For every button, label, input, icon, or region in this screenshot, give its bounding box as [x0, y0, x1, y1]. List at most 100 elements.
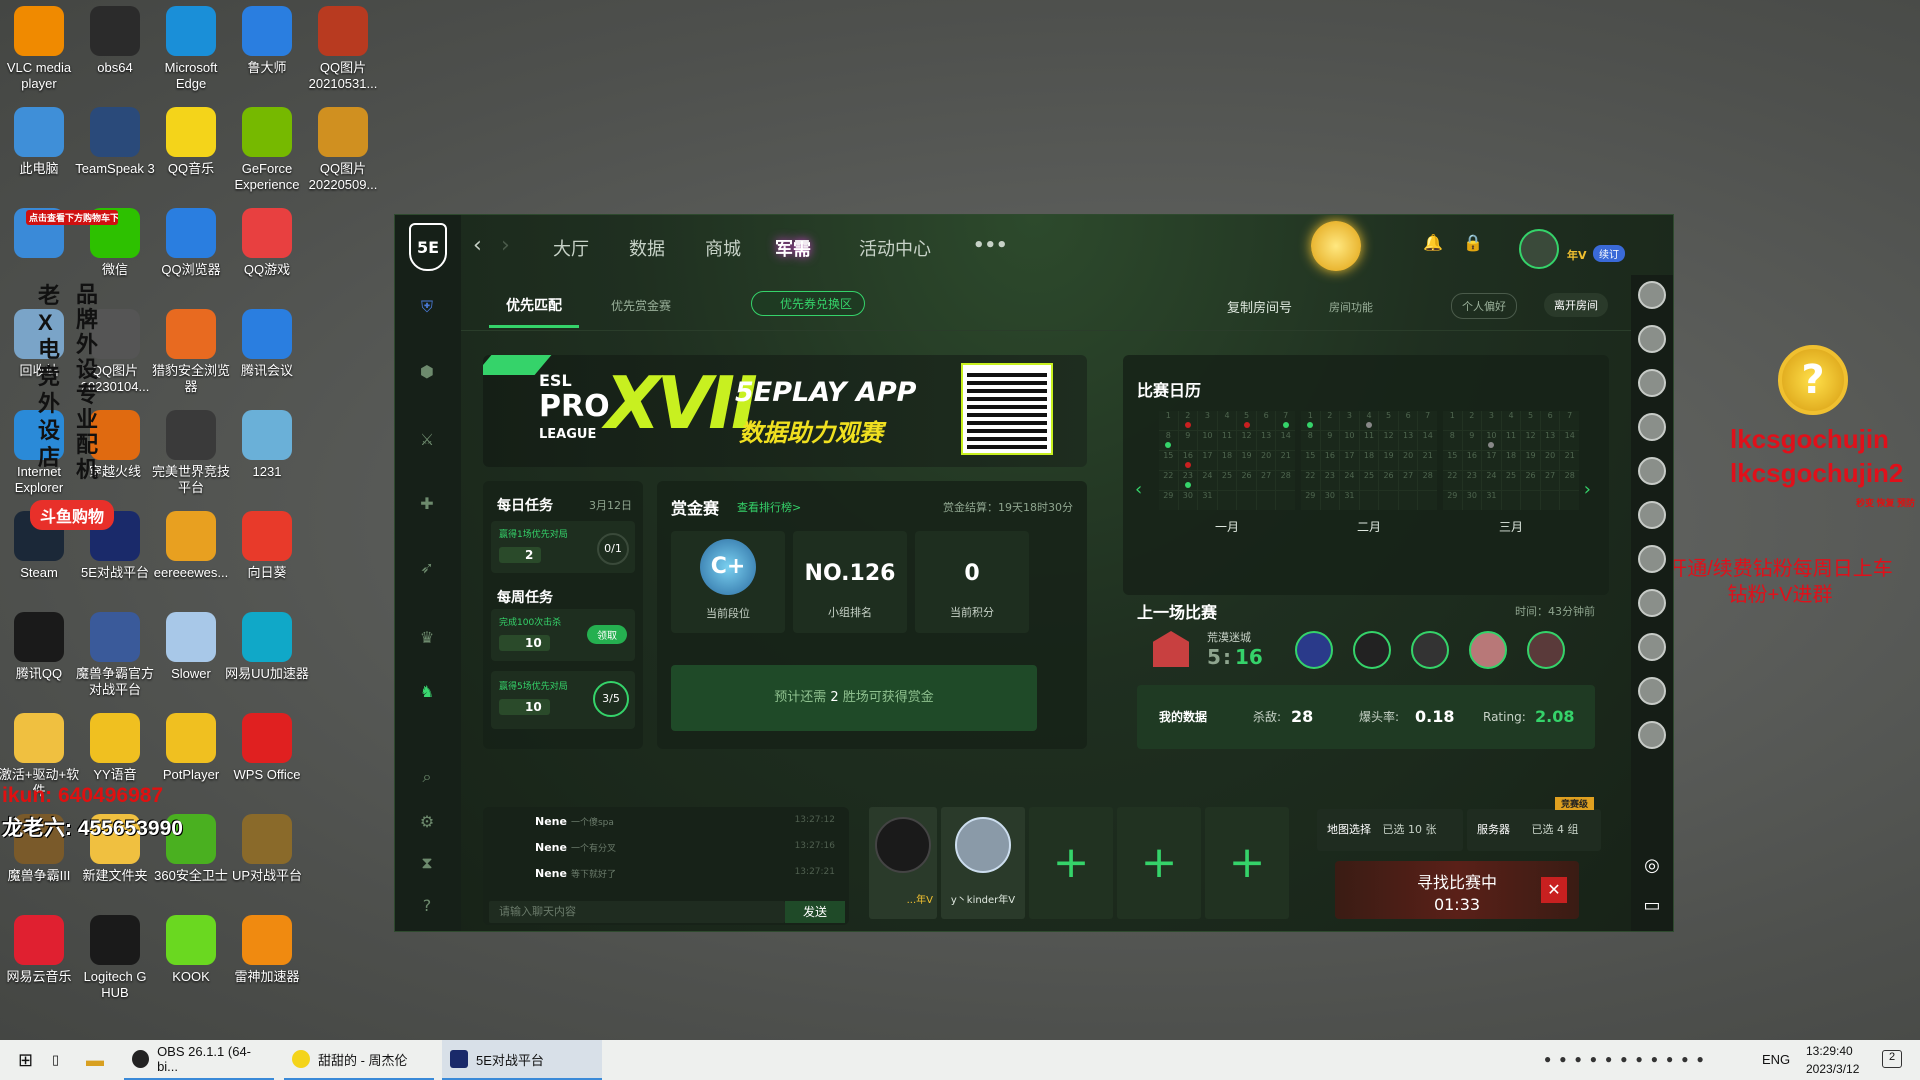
calendar-day[interactable]: 25: [1501, 471, 1521, 490]
calendar-day[interactable]: 30: [1320, 491, 1340, 510]
server-select[interactable]: 服务器 已选 4 组: [1467, 809, 1601, 851]
calendar-day[interactable]: 8: [1443, 431, 1462, 450]
hourglass-icon[interactable]: ⧗: [415, 851, 439, 875]
friend-avatar[interactable]: [1638, 633, 1666, 661]
swords-icon[interactable]: ⚔: [415, 427, 439, 451]
calendar-day[interactable]: [1256, 491, 1276, 510]
calendar-day[interactable]: 4: [1501, 411, 1521, 430]
friend-avatar[interactable]: [1638, 501, 1666, 529]
friend-avatar[interactable]: [1638, 721, 1666, 749]
chat-icon[interactable]: ▭: [1638, 895, 1666, 923]
calendar-day[interactable]: 14: [1560, 431, 1579, 450]
calendar-day[interactable]: 5: [1237, 411, 1256, 430]
calendar-day[interactable]: 14: [1276, 431, 1295, 450]
clock-date[interactable]: 2023/3/12: [1806, 1062, 1859, 1076]
desktop-icon[interactable]: 魔兽争霸官方对战平台: [72, 608, 158, 708]
lang-indicator[interactable]: ENG: [1762, 1052, 1790, 1067]
calendar-day[interactable]: 9: [1320, 431, 1340, 450]
calendar-day[interactable]: 4: [1217, 411, 1237, 430]
calendar-day[interactable]: 21: [1276, 451, 1295, 470]
teammate-avatar[interactable]: [1353, 631, 1391, 669]
clock-time[interactable]: 13:29:40: [1806, 1044, 1853, 1058]
calendar-day[interactable]: 23: [1320, 471, 1340, 490]
desktop-icon[interactable]: 完美世界竞技平台: [148, 406, 234, 506]
calendar-day[interactable]: 5: [1521, 411, 1540, 430]
tab-priority-bounty[interactable]: 优先赏金赛: [611, 297, 671, 314]
calendar-day[interactable]: 12: [1521, 431, 1540, 450]
rocket-icon[interactable]: ➶: [415, 555, 439, 579]
calendar-day[interactable]: 24: [1482, 471, 1501, 490]
calendar-day[interactable]: 20: [1540, 451, 1560, 470]
nav-junxu[interactable]: 军需: [775, 235, 811, 261]
calendar-day[interactable]: 7: [1276, 411, 1295, 430]
desktop-icon[interactable]: 此电脑: [0, 103, 82, 203]
calendar-day[interactable]: 28: [1276, 471, 1295, 490]
add-player-button[interactable]: +: [1117, 807, 1201, 919]
calendar-day[interactable]: [1398, 491, 1418, 510]
friend-avatar[interactable]: [1638, 281, 1666, 309]
calendar-day[interactable]: 26: [1379, 471, 1398, 490]
help-icon[interactable]: ?: [415, 893, 439, 917]
calendar-day[interactable]: 30: [1178, 491, 1198, 510]
calendar-day[interactable]: 17: [1482, 451, 1501, 470]
calendar-day[interactable]: 23: [1178, 471, 1198, 490]
calendar-day[interactable]: 19: [1237, 451, 1256, 470]
calendar-day[interactable]: 7: [1560, 411, 1579, 430]
calendar-day[interactable]: 31: [1340, 491, 1359, 510]
taskbar-music[interactable]: 甜甜的 - 周杰伦: [284, 1040, 434, 1080]
daily-date[interactable]: 3月12日: [589, 497, 632, 513]
friend-avatar[interactable]: [1638, 369, 1666, 397]
calendar-day[interactable]: 17: [1198, 451, 1217, 470]
calendar-day[interactable]: 5: [1379, 411, 1398, 430]
nav-shop[interactable]: 商城: [705, 235, 741, 261]
teammate-avatar[interactable]: [1469, 631, 1507, 669]
calendar-day[interactable]: 28: [1560, 471, 1579, 490]
desktop-icon[interactable]: 网易UU加速器: [224, 608, 310, 708]
desktop-icon[interactable]: KOOK: [148, 911, 234, 1011]
calendar-day[interactable]: 11: [1217, 431, 1237, 450]
calendar-day[interactable]: 9: [1462, 431, 1482, 450]
desktop-icon[interactable]: 网易云音乐: [0, 911, 82, 1011]
desktop-icon[interactable]: QQ浏览器: [148, 204, 234, 304]
trophy-icon[interactable]: ♛: [415, 625, 439, 649]
calendar-day[interactable]: 25: [1217, 471, 1237, 490]
calendar-day[interactable]: 22: [1443, 471, 1462, 490]
calendar-day[interactable]: 18: [1217, 451, 1237, 470]
desktop-icon[interactable]: 鲁大师: [224, 2, 310, 102]
desktop-icon[interactable]: Microsoft Edge: [148, 2, 234, 102]
calendar-day[interactable]: 15: [1443, 451, 1462, 470]
calendar-day[interactable]: 12: [1379, 431, 1398, 450]
calendar-day[interactable]: 6: [1398, 411, 1418, 430]
explorer-icon[interactable]: ▬: [78, 1040, 112, 1080]
cancel-search-button[interactable]: ✕: [1541, 877, 1567, 903]
calendar-day[interactable]: 8: [1301, 431, 1320, 450]
calendar-day[interactable]: [1359, 491, 1379, 510]
calendar-day[interactable]: 16: [1178, 451, 1198, 470]
desktop-icon[interactable]: QQ游戏: [224, 204, 310, 304]
settings-icon[interactable]: ⚙: [415, 809, 439, 833]
calendar-day[interactable]: 31: [1198, 491, 1217, 510]
friend-avatar[interactable]: [1638, 325, 1666, 353]
calendar-day[interactable]: 22: [1301, 471, 1320, 490]
desktop-icon[interactable]: GeForce Experience: [224, 103, 310, 203]
calendar-day[interactable]: 6: [1540, 411, 1560, 430]
calendar-day[interactable]: 2: [1462, 411, 1482, 430]
cal-next-icon[interactable]: ›: [1584, 479, 1591, 500]
cal-prev-icon[interactable]: ‹: [1135, 479, 1142, 500]
desktop-icon[interactable]: WPS Office: [224, 709, 310, 809]
calendar-day[interactable]: 3: [1482, 411, 1501, 430]
calendar-day[interactable]: 2: [1178, 411, 1198, 430]
calendar-day[interactable]: 12: [1237, 431, 1256, 450]
calendar-day[interactable]: 20: [1398, 451, 1418, 470]
send-button[interactable]: 发送: [785, 901, 845, 923]
desktop-icon[interactable]: obs64: [72, 2, 158, 102]
nav-activity[interactable]: 活动中心: [859, 235, 931, 261]
back-arrow-icon[interactable]: ‹: [473, 233, 482, 258]
calendar-day[interactable]: [1276, 491, 1295, 510]
calendar-day[interactable]: 7: [1418, 411, 1437, 430]
desktop-icon[interactable]: 向日葵: [224, 507, 310, 607]
match-icon[interactable]: ♞: [415, 679, 439, 703]
calendar-day[interactable]: [1540, 491, 1560, 510]
desktop-icon[interactable]: eereeewes...: [148, 507, 234, 607]
desktop-icon[interactable]: QQ图片20220509...: [300, 103, 386, 203]
